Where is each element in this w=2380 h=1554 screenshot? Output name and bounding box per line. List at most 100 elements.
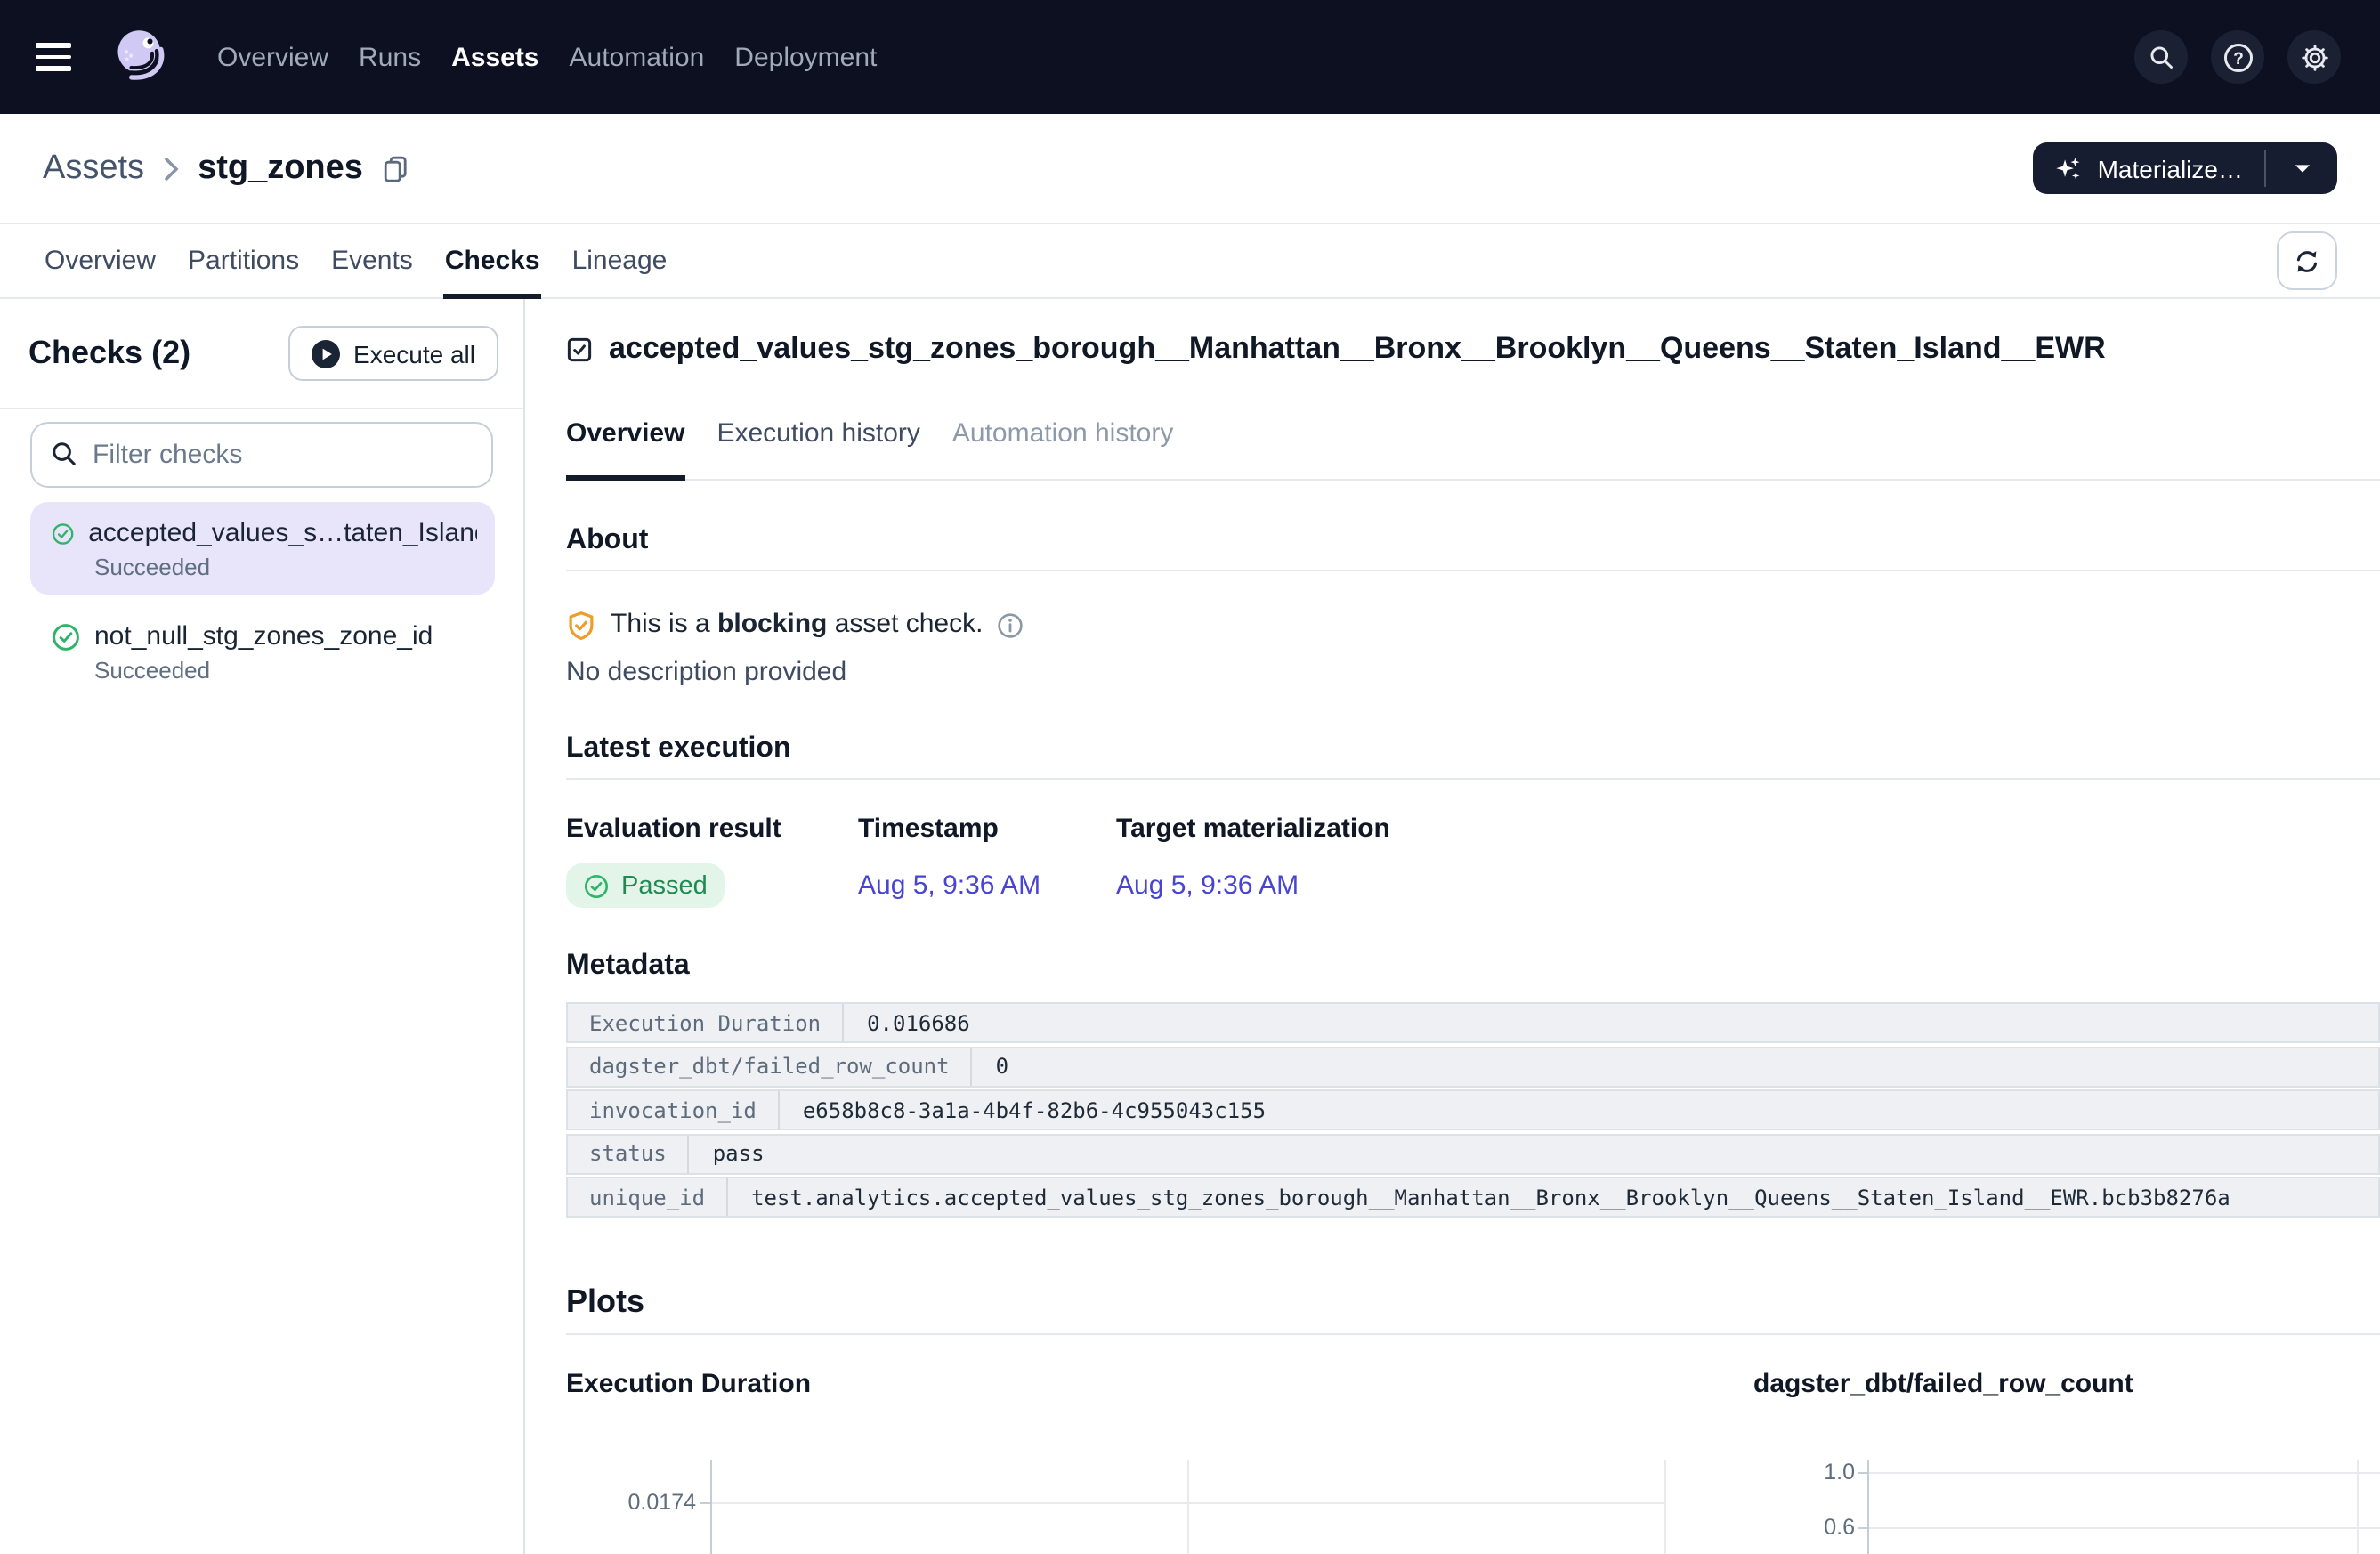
metadata-value: e658b8c8-3a1a-4b4f-82b6-4c955043c155 xyxy=(780,1091,2378,1129)
nav-assets[interactable]: Assets xyxy=(451,42,538,72)
search-button[interactable] xyxy=(2134,30,2188,84)
gridline xyxy=(1869,1527,2380,1529)
gridline xyxy=(1187,1460,1189,1554)
metadata-key: Execution Duration xyxy=(568,1004,844,1041)
tick-mark xyxy=(1858,1472,1867,1474)
tab-checks[interactable]: Checks xyxy=(443,224,542,297)
tab-check-overview[interactable]: Overview xyxy=(566,388,684,479)
nav-runs[interactable]: Runs xyxy=(359,42,421,72)
table-row: invocation_id e658b8c8-3a1a-4b4f-82b6-4c… xyxy=(566,1089,2380,1130)
target-materialization-link[interactable]: Aug 5, 9:36 AM xyxy=(1116,870,1299,901)
metadata-key: invocation_id xyxy=(568,1091,780,1129)
play-circle-icon xyxy=(311,339,339,368)
col-timestamp: Timestamp xyxy=(858,813,1116,846)
check-success-icon xyxy=(52,622,80,651)
about-heading: About xyxy=(566,523,2380,571)
sparkles-icon xyxy=(2055,154,2084,182)
app-window: Overview Runs Assets Automation Deployme… xyxy=(0,0,2380,1554)
metadata-key: unique_id xyxy=(568,1178,728,1216)
svg-text:?: ? xyxy=(2232,49,2243,68)
gridline xyxy=(1869,1472,2380,1474)
check-name-title: accepted_values_stg_zones_borough__Manha… xyxy=(609,329,2106,368)
no-description-text: No description provided xyxy=(566,659,2380,685)
materialize-label: Materialize… xyxy=(2098,154,2243,182)
check-success-icon xyxy=(584,873,609,898)
caret-down-icon xyxy=(2292,161,2311,175)
tick-mark xyxy=(1858,1527,1867,1529)
check-detail-pane: accepted_values_stg_zones_borough__Manha… xyxy=(525,299,2380,1554)
metadata-value: 0.016686 xyxy=(844,1004,2378,1041)
metadata-key: status xyxy=(568,1135,690,1172)
nav-automation[interactable]: Automation xyxy=(570,42,705,72)
gear-icon xyxy=(2297,40,2331,74)
materialize-button[interactable]: Materialize… xyxy=(2034,142,2264,194)
filter-checks-input[interactable] xyxy=(30,422,493,488)
blocking-check-text: This is a blocking asset check. xyxy=(611,609,983,641)
filter-search-icon xyxy=(50,440,78,477)
breadcrumb-bar: Assets stg_zones Materialize… xyxy=(0,114,2380,224)
table-row: status pass xyxy=(566,1133,2380,1174)
asset-tabs-bar: Overview Partitions Events Checks Lineag… xyxy=(0,224,2380,299)
execute-all-label: Execute all xyxy=(353,339,475,368)
checks-count-title: Checks (2) xyxy=(28,335,190,372)
chevron-right-icon xyxy=(162,154,180,182)
search-icon xyxy=(2146,42,2176,72)
refresh-button[interactable] xyxy=(2277,231,2337,290)
y-tick-label: 0.0174 xyxy=(566,1490,696,1515)
col-target-materialization: Target materialization xyxy=(1116,813,2380,846)
metadata-value: pass xyxy=(690,1135,2378,1172)
top-nav: Overview Runs Assets Automation Deployme… xyxy=(0,0,2380,114)
check-item-label: not_null_stg_zones_zone_id xyxy=(94,621,433,652)
tab-execution-history[interactable]: Execution history xyxy=(716,388,919,479)
y-axis-line xyxy=(710,1460,712,1554)
info-icon[interactable] xyxy=(997,611,1024,638)
check-item-status: Succeeded xyxy=(94,657,477,684)
copy-icon[interactable] xyxy=(381,154,409,182)
metadata-table: Execution Duration 0.016686 dagster_dbt/… xyxy=(566,1002,2380,1218)
help-icon: ? xyxy=(2219,38,2256,76)
table-row: unique_id test.analytics.accepted_values… xyxy=(566,1177,2380,1218)
tab-partitions[interactable]: Partitions xyxy=(186,224,301,297)
execute-all-button[interactable]: Execute all xyxy=(287,326,498,381)
table-row: Execution Duration 0.016686 xyxy=(566,1002,2380,1043)
check-item-label: accepted_values_s…taten_Island__EWR xyxy=(88,518,477,548)
tab-lineage[interactable]: Lineage xyxy=(571,224,669,297)
metadata-value: 0 xyxy=(973,1048,2378,1085)
tick-mark xyxy=(700,1502,710,1504)
check-list-item-not-null[interactable]: not_null_stg_zones_zone_id Succeeded xyxy=(30,605,495,698)
latest-execution-heading: Latest execution xyxy=(566,732,2380,780)
passed-label: Passed xyxy=(621,871,708,900)
shield-check-icon xyxy=(566,610,596,640)
dagster-logo-icon[interactable] xyxy=(110,27,171,87)
check-detail-tabs: Overview Execution history Automation hi… xyxy=(566,388,2380,481)
plots-heading: Plots xyxy=(566,1282,2380,1335)
plots-charts: 0.0174 1.0 0.6 xyxy=(566,1406,2380,1554)
check-list-item-accepted-values[interactable]: accepted_values_s…taten_Island__EWR Succ… xyxy=(30,502,495,595)
materialize-dropdown-button[interactable] xyxy=(2266,142,2337,194)
checks-sidebar: Checks (2) Execute all xyxy=(0,299,525,1554)
nav-overview[interactable]: Overview xyxy=(217,42,328,72)
tab-automation-history: Automation history xyxy=(952,388,1173,479)
tab-events[interactable]: Events xyxy=(329,224,415,297)
tab-overview[interactable]: Overview xyxy=(43,224,158,297)
col-evaluation-result: Evaluation result xyxy=(566,813,858,846)
metadata-heading: Metadata xyxy=(566,949,2380,984)
check-item-status: Succeeded xyxy=(94,554,477,580)
asset-check-icon xyxy=(566,336,593,362)
table-row: dagster_dbt/failed_row_count 0 xyxy=(566,1046,2380,1087)
page-title: stg_zones xyxy=(198,149,363,188)
gridline xyxy=(2357,1460,2359,1554)
materialize-button-group: Materialize… xyxy=(2034,142,2337,194)
y-tick-label: 0.6 xyxy=(1784,1515,1855,1540)
breadcrumb-assets-link[interactable]: Assets xyxy=(43,149,144,188)
chart-title-execution-duration: Execution Duration xyxy=(566,1369,811,1399)
menu-icon[interactable] xyxy=(36,43,71,71)
nav-deployment[interactable]: Deployment xyxy=(734,42,877,72)
check-success-icon xyxy=(52,519,74,547)
y-tick-label: 1.0 xyxy=(1784,1460,1855,1485)
metadata-key: dagster_dbt/failed_row_count xyxy=(568,1048,973,1085)
timestamp-link[interactable]: Aug 5, 9:36 AM xyxy=(858,870,1040,901)
metadata-value: test.analytics.accepted_values_stg_zones… xyxy=(728,1178,2378,1216)
settings-button[interactable] xyxy=(2287,30,2341,84)
help-button[interactable]: ? xyxy=(2211,30,2264,84)
